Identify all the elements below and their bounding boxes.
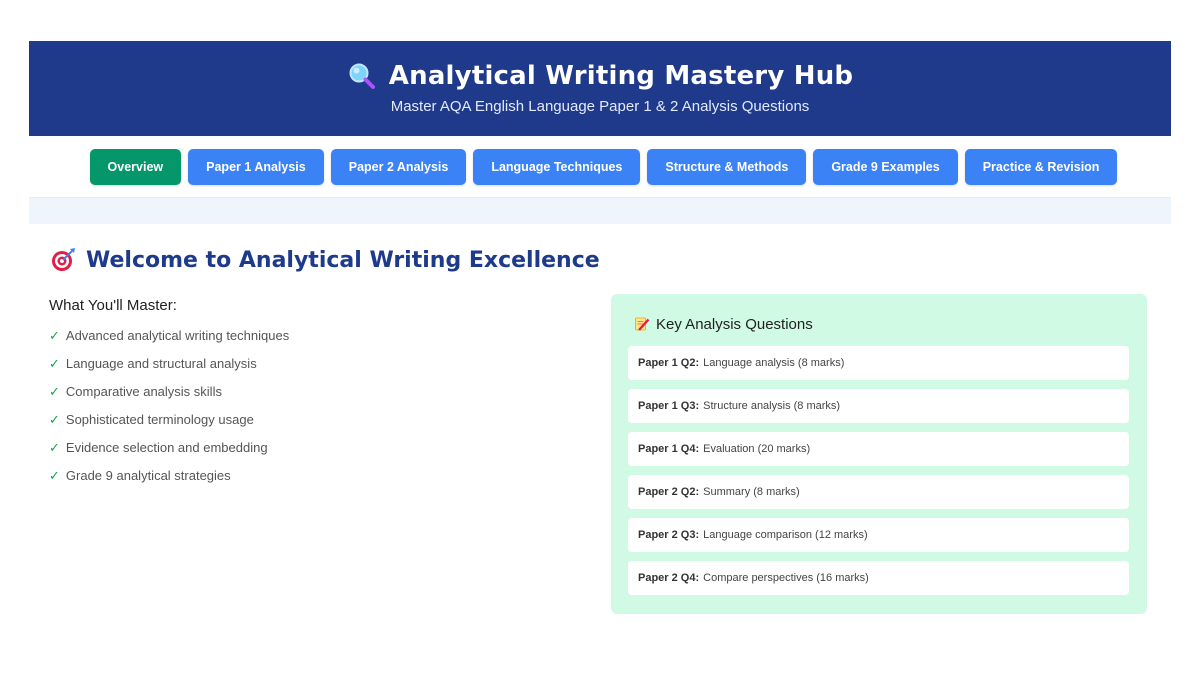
tab-grade-9-examples[interactable]: Grade 9 Examples [813,148,958,185]
master-heading: What You'll Master: [49,297,177,314]
question-item: Paper 2 Q3: Language comparison (12 marks… [628,518,1129,552]
key-questions-title: Key Analysis Questions [656,315,813,333]
check-icon: ✓ [49,384,60,399]
welcome-title: Welcome to Analytical Writing Excellence [86,247,600,273]
question-item: Paper 2 Q4: Compare perspectives (16 mark… [628,561,1129,595]
question-label: Paper 2 Q2: [638,486,700,498]
tab-practice-revision[interactable]: Practice & Revision [964,148,1118,185]
question-label: Paper 2 Q4: [638,572,700,584]
list-item: ✓ Language and structural analysis [49,356,569,384]
check-icon: ✓ [49,328,60,343]
question-text: Language comparison (12 marks) [703,529,868,541]
check-icon: ✓ [49,468,60,483]
page-header: Analytical Writing Mastery Hub Master AQ… [29,41,1171,136]
list-item-text: Comparative analysis skills [65,384,222,399]
list-item-text: Sophisticated terminology usage [65,412,254,427]
app-subtitle: Master AQA English Language Paper 1 & 2 … [390,98,810,115]
list-item: ✓ Grade 9 analytical strategies [49,468,569,496]
question-text: Language analysis (8 marks) [703,357,845,369]
list-item: ✓ Advanced analytical writing techniques [49,328,569,356]
master-list: ✓ Advanced analytical writing techniques … [49,328,569,496]
check-icon: ✓ [49,412,60,427]
question-text: Evaluation (20 marks) [703,443,811,455]
question-text: Structure analysis (8 marks) [703,400,841,412]
app-title: Analytical Writing Mastery Hub [388,60,854,91]
target-icon [50,247,76,273]
question-text: Summary (8 marks) [703,486,800,498]
list-item: ✓ Evidence selection and embedding [49,440,569,468]
question-item: Paper 2 Q2: Summary (8 marks) [628,475,1129,509]
question-item: Paper 1 Q3: Structure analysis (8 marks) [628,389,1129,423]
list-item-text: Evidence selection and embedding [65,440,268,455]
question-label: Paper 1 Q4: [638,443,700,455]
memo-icon [634,316,650,332]
list-item: ✓ Sophisticated terminology usage [49,412,569,440]
question-label: Paper 1 Q3: [638,400,700,412]
app-frame: Analytical Writing Mastery Hub Master AQ… [29,41,1171,661]
tab-paper-2-analysis[interactable]: Paper 2 Analysis [330,148,467,185]
content-band [29,198,1171,224]
list-item: ✓ Comparative analysis skills [49,384,569,412]
list-item-text: Advanced analytical writing techniques [65,328,290,343]
check-icon: ✓ [49,440,60,455]
check-icon: ✓ [49,356,60,371]
tab-overview[interactable]: Overview [89,148,182,185]
list-item-text: Grade 9 analytical strategies [65,468,231,483]
key-questions-heading: Key Analysis Questions [634,314,1129,334]
question-item: Paper 1 Q4: Evaluation (20 marks) [628,432,1129,466]
question-label: Paper 1 Q2: [638,357,700,369]
key-questions-card: Key Analysis Questions Paper 1 Q2: Langua… [611,294,1147,614]
tab-language-techniques[interactable]: Language Techniques [473,148,641,185]
welcome-heading-row: Welcome to Analytical Writing Excellence [50,247,600,273]
list-item-text: Language and structural analysis [65,356,257,371]
header-title-row: Analytical Writing Mastery Hub [29,41,1171,93]
tab-nav: Overview Paper 1 Analysis Paper 2 Analys… [29,136,1171,198]
master-section: What You'll Master: ✓ Advanced analytical… [49,297,569,496]
tab-paper-1-analysis[interactable]: Paper 1 Analysis [188,148,324,185]
question-label: Paper 2 Q3: [638,529,700,541]
tab-structure-methods[interactable]: Structure & Methods [647,148,807,185]
question-item: Paper 1 Q2: Language analysis (8 marks) [628,346,1129,380]
magnifier-icon [347,61,377,91]
question-text: Compare perspectives (16 marks) [703,572,869,584]
